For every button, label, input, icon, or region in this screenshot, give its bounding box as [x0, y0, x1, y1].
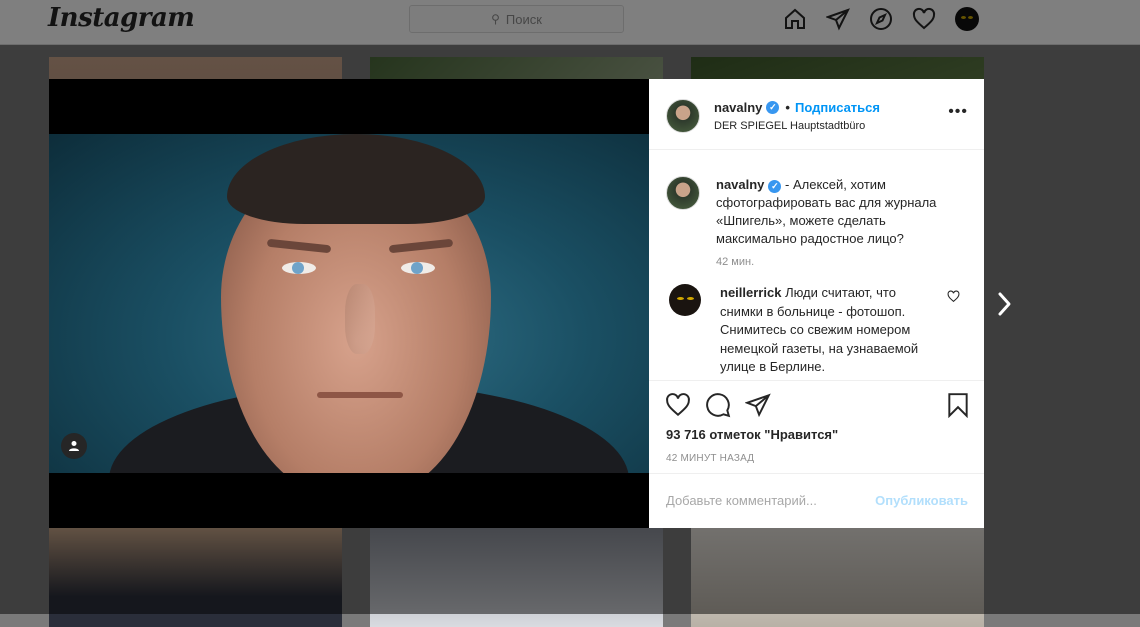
- avatar[interactable]: [666, 99, 700, 133]
- post-author: navalny ✓ • Подписаться: [714, 100, 880, 115]
- likes-count[interactable]: 93 716 отметок "Нравится": [666, 427, 838, 442]
- caption-time: 42 мин.: [716, 256, 755, 268]
- post-timestamp[interactable]: 42 МИНУТ НАЗАД: [666, 453, 754, 464]
- photo-nose: [345, 284, 375, 354]
- comment-like-icon[interactable]: [947, 290, 960, 303]
- post-caption: navalny ✓ - Алексей, хотим сфотографирова…: [716, 176, 956, 248]
- follow-button[interactable]: Подписаться: [795, 100, 880, 115]
- post-actions: 93 716 отметок "Нравится" 42 МИНУТ НАЗАД: [649, 380, 984, 474]
- post-media[interactable]: [49, 79, 649, 528]
- avatar[interactable]: [669, 284, 701, 316]
- photo-eye: [282, 262, 316, 274]
- photo-mouth: [317, 392, 403, 398]
- comment-icon[interactable]: [705, 392, 731, 418]
- post-modal: navalny ✓ • Подписаться DER SPIEGEL Haup…: [49, 79, 984, 528]
- post-header: navalny ✓ • Подписаться DER SPIEGEL Haup…: [649, 79, 984, 150]
- photo-hair: [227, 134, 485, 224]
- verified-badge-icon: ✓: [768, 179, 782, 193]
- like-icon[interactable]: [665, 392, 691, 418]
- username-link[interactable]: navalny: [714, 100, 762, 115]
- bookmark-icon[interactable]: [945, 392, 971, 419]
- more-options-icon[interactable]: •••: [948, 103, 968, 121]
- share-icon[interactable]: [744, 392, 771, 418]
- separator-dot: •: [785, 100, 790, 115]
- user-tag-icon[interactable]: [61, 433, 87, 459]
- next-arrow-icon[interactable]: [992, 290, 1016, 318]
- verified-badge-icon: ✓: [766, 101, 780, 114]
- photo-eye: [401, 262, 435, 274]
- caption-username[interactable]: navalny: [716, 177, 764, 192]
- location-link[interactable]: DER SPIEGEL Hauptstadtbüro: [714, 120, 865, 132]
- avatar[interactable]: [666, 176, 700, 210]
- comment-username[interactable]: neillerrick: [720, 285, 781, 300]
- comment-input[interactable]: Добавьте комментарий...: [666, 493, 817, 508]
- post-side-panel: navalny ✓ • Подписаться DER SPIEGEL Haup…: [649, 79, 984, 528]
- post-photo: [49, 134, 649, 473]
- add-comment-bar: Добавьте комментарий... Опубликовать: [649, 473, 984, 529]
- comment-item: neillerrick Люди считают, что снимки в б…: [720, 284, 940, 377]
- comments-section[interactable]: navalny ✓ - Алексей, хотим сфотографирова…: [649, 150, 984, 380]
- publish-button[interactable]: Опубликовать: [875, 493, 968, 508]
